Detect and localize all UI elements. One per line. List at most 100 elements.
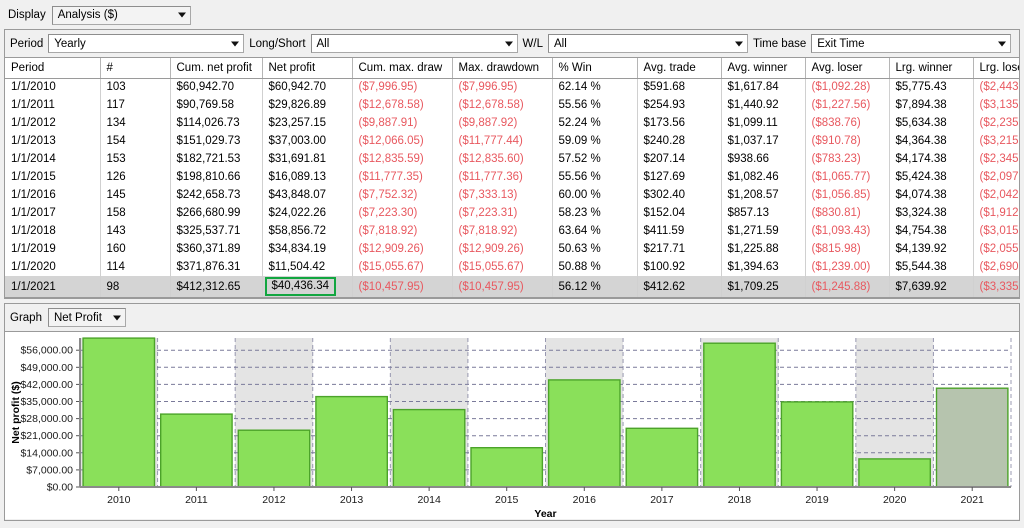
cell-avg_trade[interactable]: $240.28 — [637, 132, 722, 150]
cell-avg_trade[interactable]: $173.56 — [637, 114, 722, 132]
bar-2011[interactable] — [159, 413, 233, 488]
cell-avg_loser[interactable]: ($1,239.00) — [805, 258, 890, 276]
wl-select[interactable]: All — [547, 34, 748, 53]
cell-avg_loser[interactable]: ($838.76) — [805, 114, 890, 132]
cell-avg_loser[interactable]: ($1,093.43) — [805, 222, 890, 240]
cell-avg_loser[interactable]: ($1,056.85) — [805, 186, 890, 204]
cell-win[interactable]: 50.88 % — [552, 258, 638, 276]
cell-max_dd[interactable]: ($7,333.13) — [452, 186, 553, 204]
cell-net[interactable]: $31,691.81 — [262, 150, 353, 168]
cell-period[interactable]: 1/1/2011 — [5, 96, 101, 114]
cell-max_dd[interactable]: ($7,818.92) — [452, 222, 553, 240]
cell-net[interactable]: $40,436.34 — [262, 276, 353, 298]
cell-avg_winner[interactable]: $857.13 — [721, 204, 806, 222]
period-select[interactable]: Yearly — [48, 34, 245, 53]
cell-cum_max_draw[interactable]: ($12,909.26) — [352, 240, 453, 258]
cell-lrg_loser[interactable]: ($2,097.97) — [973, 168, 1019, 186]
cell-period[interactable]: 1/1/2014 — [5, 150, 101, 168]
cell-avg_winner[interactable]: $938.66 — [721, 150, 806, 168]
cell-period[interactable]: 1/1/2016 — [5, 186, 101, 204]
stats-table-container[interactable]: Period # Cum. net profit Net profit Cum. max… — [5, 57, 1019, 298]
cell-count[interactable]: 160 — [100, 240, 171, 258]
cell-count[interactable]: 103 — [100, 78, 171, 96]
cell-cum_net[interactable]: $151,029.73 — [170, 132, 263, 150]
cell-avg_trade[interactable]: $302.40 — [637, 186, 722, 204]
bar-2020[interactable] — [858, 458, 932, 488]
cell-win[interactable]: 57.52 % — [552, 150, 638, 168]
cell-lrg_winner[interactable]: $7,639.92 — [889, 276, 974, 298]
cell-avg_trade[interactable]: $152.04 — [637, 204, 722, 222]
display-select[interactable]: Analysis ($) — [51, 5, 191, 25]
cell-lrg_loser[interactable]: ($2,345.62) — [973, 150, 1019, 168]
cell-lrg_winner[interactable]: $3,324.38 — [889, 204, 974, 222]
cell-lrg_loser[interactable]: ($3,215.62) — [973, 132, 1019, 150]
column-header-7[interactable]: Avg. trade — [637, 58, 722, 79]
cell-max_dd[interactable]: ($12,835.60) — [452, 150, 553, 168]
column-header-8[interactable]: Avg. winner — [721, 58, 806, 79]
cell-net[interactable]: $58,856.72 — [262, 222, 353, 240]
column-header-1[interactable]: # — [100, 58, 171, 79]
cell-cum_net[interactable]: $242,658.73 — [170, 186, 263, 204]
bar-2013[interactable] — [315, 395, 388, 488]
cell-win[interactable]: 62.14 % — [552, 78, 638, 96]
cell-period[interactable]: 1/1/2017 — [5, 204, 101, 222]
cell-net[interactable]: $37,003.00 — [262, 132, 353, 150]
cell-max_dd[interactable]: ($7,996.95) — [452, 78, 553, 96]
cell-count[interactable]: 158 — [100, 204, 171, 222]
bar-2021[interactable] — [935, 387, 1009, 488]
table-row[interactable]: 1/1/2019 160 $360,371.89 $34,834.19 ($12,909… — [5, 240, 1019, 258]
cell-avg_trade[interactable]: $411.59 — [637, 222, 722, 240]
bar-2018[interactable] — [703, 342, 776, 488]
table-row[interactable]: 1/1/2014 153 $182,721.53 $31,691.81 ($12,835… — [5, 150, 1019, 168]
cell-avg_trade[interactable]: $591.68 — [637, 78, 722, 96]
table-row[interactable]: 1/1/2016 145 $242,658.73 $43,848.07 ($7,752.… — [5, 186, 1019, 204]
cell-max_dd[interactable]: ($11,777.36) — [452, 168, 553, 186]
cell-max_dd[interactable]: ($10,457.95) — [452, 276, 553, 298]
cell-lrg_winner[interactable]: $4,364.38 — [889, 132, 974, 150]
cell-lrg_loser[interactable]: ($2,055.08) — [973, 240, 1019, 258]
table-row[interactable]: 1/1/2012 134 $114,026.73 $23,257.15 ($9,887.… — [5, 114, 1019, 132]
cell-lrg_winner[interactable]: $7,894.38 — [889, 96, 974, 114]
cell-avg_trade[interactable]: $254.93 — [637, 96, 722, 114]
cell-avg_trade[interactable]: $207.14 — [637, 150, 722, 168]
cell-cum_max_draw[interactable]: ($15,055.67) — [352, 258, 453, 276]
cell-win[interactable]: 56.12 % — [552, 276, 638, 298]
chart-area[interactable]: $0.00 $7,000.00 $14,000.00 $21,000.00 $28,00… — [5, 331, 1019, 519]
column-header-3[interactable]: Net profit — [262, 58, 353, 79]
cell-win[interactable]: 52.24 % — [552, 114, 638, 132]
table-row[interactable]: 1/1/2011 117 $90,769.58 $29,826.89 ($12,678.… — [5, 96, 1019, 114]
cell-avg_winner[interactable]: $1,394.63 — [721, 258, 806, 276]
cell-avg_loser[interactable]: ($1,092.28) — [805, 78, 890, 96]
graph-select[interactable]: Net Profit — [47, 308, 126, 327]
cell-count[interactable]: 153 — [100, 150, 171, 168]
cell-cum_max_draw[interactable]: ($12,835.59) — [352, 150, 453, 168]
table-row[interactable]: 1/1/2010 103 $60,942.70 $60,942.70 ($7,996.9… — [5, 78, 1019, 96]
table-row[interactable]: 1/1/2020 114 $371,876.31 $11,504.42 ($15,055… — [5, 258, 1019, 276]
cell-cum_max_draw[interactable]: ($10,457.95) — [352, 276, 453, 298]
cell-count[interactable]: 98 — [100, 276, 171, 298]
cell-max_dd[interactable]: ($9,887.92) — [452, 114, 553, 132]
cell-avg_winner[interactable]: $1,271.59 — [721, 222, 806, 240]
column-header-6[interactable]: % Win — [552, 58, 638, 79]
cell-cum_net[interactable]: $266,680.99 — [170, 204, 263, 222]
cell-win[interactable]: 60.00 % — [552, 186, 638, 204]
cell-avg_loser[interactable]: ($1,065.77) — [805, 168, 890, 186]
cell-avg_loser[interactable]: ($1,245.88) — [805, 276, 890, 298]
cell-period[interactable]: 1/1/2012 — [5, 114, 101, 132]
cell-avg_winner[interactable]: $1,208.57 — [721, 186, 806, 204]
cell-win[interactable]: 63.64 % — [552, 222, 638, 240]
cell-period[interactable]: 1/1/2021 — [5, 276, 101, 298]
cell-avg_trade[interactable]: $100.92 — [637, 258, 722, 276]
cell-cum_max_draw[interactable]: ($12,066.05) — [352, 132, 453, 150]
cell-count[interactable]: 154 — [100, 132, 171, 150]
cell-cum_net[interactable]: $182,721.53 — [170, 150, 263, 168]
cell-net[interactable]: $29,826.89 — [262, 96, 353, 114]
column-header-10[interactable]: Lrg. winner — [889, 58, 974, 79]
bar-2012[interactable] — [237, 429, 311, 488]
cell-lrg_loser[interactable]: ($2,042.58) — [973, 186, 1019, 204]
bar-2014[interactable] — [392, 408, 466, 488]
bar-2019[interactable] — [780, 401, 854, 488]
cell-net[interactable]: $34,834.19 — [262, 240, 353, 258]
cell-lrg_winner[interactable]: $4,139.92 — [889, 240, 974, 258]
cell-net[interactable]: $23,257.15 — [262, 114, 353, 132]
